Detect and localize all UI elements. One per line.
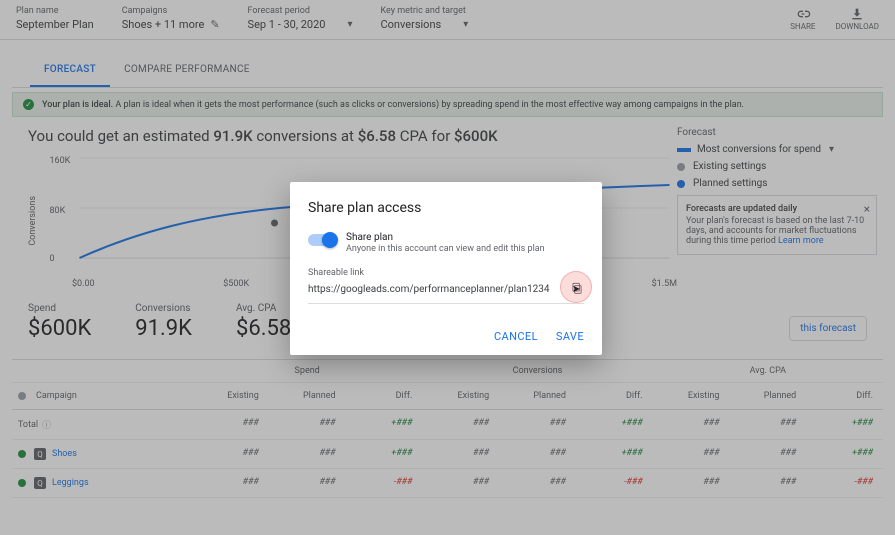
cursor-icon: ➤	[572, 284, 580, 295]
share-plan-dialog: Share plan access Share plan Anyone in t…	[290, 182, 602, 355]
copy-link-button[interactable]: ➤	[570, 280, 584, 299]
save-button[interactable]: SAVE	[556, 330, 584, 343]
dialog-title: Share plan access	[308, 200, 584, 216]
cancel-button[interactable]: CANCEL	[494, 330, 538, 343]
share-plan-toggle[interactable]	[308, 234, 336, 246]
toggle-title: Share plan	[346, 232, 545, 243]
shareable-link-input[interactable]	[308, 284, 564, 295]
shareable-link-label: Shareable link	[308, 268, 584, 278]
toggle-subtitle: Anyone in this account can view and edit…	[346, 244, 545, 254]
